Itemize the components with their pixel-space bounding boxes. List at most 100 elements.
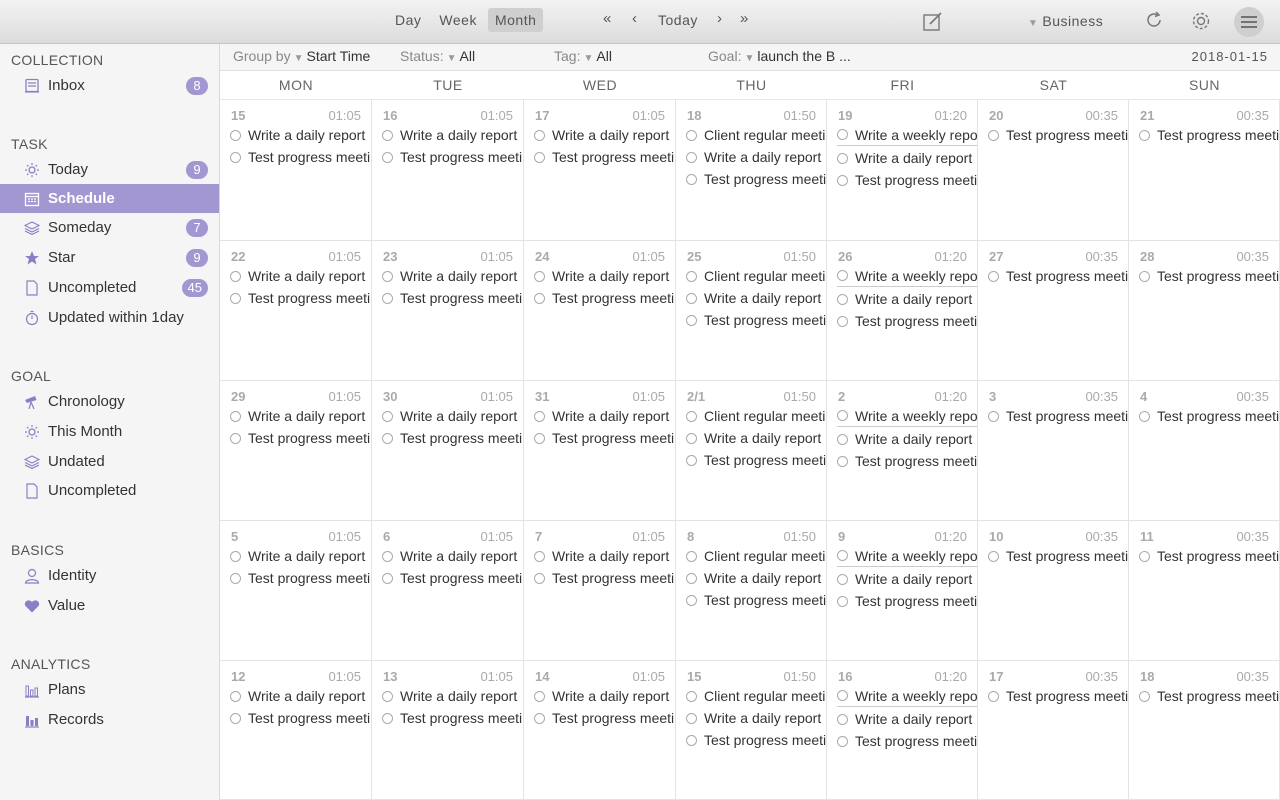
task-checkbox[interactable] [686, 151, 697, 163]
task-item[interactable]: Test progress meeting [230, 146, 371, 168]
task-checkbox[interactable] [837, 174, 848, 186]
day-cell[interactable]: 8 01:50 Client regular meeting Write a dail… [676, 521, 827, 661]
next-icon[interactable]: › [717, 10, 722, 27]
task-item[interactable]: Client regular meeting [686, 405, 826, 427]
task-checkbox[interactable] [686, 129, 697, 141]
task-checkbox[interactable] [837, 735, 848, 747]
task-item[interactable]: Write a daily report [534, 545, 675, 567]
task-item[interactable]: Client regular meeting [686, 545, 826, 567]
day-cell[interactable]: 17 01:05 Write a daily report Test progress… [524, 100, 676, 241]
compose-icon[interactable] [922, 10, 944, 37]
sidebar-item-identity[interactable]: Identity [0, 561, 219, 590]
task-checkbox[interactable] [686, 454, 697, 466]
day-cell[interactable]: 2/1 01:50 Client regular meeting Write a da… [676, 381, 827, 521]
day-cell[interactable]: 4 00:35 Test progress meeting [1129, 381, 1280, 521]
task-checkbox[interactable] [382, 572, 393, 584]
day-cell[interactable]: 16 01:05 Write a daily report Test progress… [372, 100, 524, 241]
task-item[interactable]: Write a daily report [534, 405, 675, 427]
task-checkbox[interactable] [534, 151, 545, 163]
day-cell[interactable]: 25 01:50 Client regular meeting Write a dai… [676, 241, 827, 381]
day-cell[interactable]: 17 00:35 Test progress meeting [978, 661, 1129, 800]
task-item[interactable]: Test progress meeting [837, 310, 977, 332]
task-item[interactable]: Write a daily report [837, 147, 977, 169]
task-checkbox[interactable] [837, 433, 848, 445]
business-dropdown[interactable]: ▼ Business [1028, 13, 1103, 29]
sidebar-item-this-month[interactable]: This Month [0, 417, 219, 446]
task-checkbox[interactable] [988, 410, 999, 422]
sidebar-item-today[interactable]: Today 9 [0, 155, 219, 184]
task-checkbox[interactable] [686, 550, 697, 562]
view-month-button[interactable]: Month [487, 8, 544, 32]
day-cell[interactable]: 15 01:05 Write a daily report Test progress… [220, 100, 372, 241]
task-checkbox[interactable] [1139, 410, 1150, 422]
day-cell[interactable]: 21 00:35 Test progress meeting [1129, 100, 1280, 241]
day-cell[interactable]: 12 01:05 Write a daily report Test progress… [220, 661, 372, 800]
task-item[interactable]: Client regular meeting [686, 685, 826, 707]
day-cell[interactable]: 2 01:20 Write a weekly report Write a daily… [827, 381, 978, 521]
task-item[interactable]: Write a daily report [686, 567, 826, 589]
task-checkbox[interactable] [382, 550, 393, 562]
task-checkbox[interactable] [837, 315, 848, 327]
task-checkbox[interactable] [230, 712, 241, 724]
task-checkbox[interactable] [534, 712, 545, 724]
task-item[interactable]: Write a weekly report [837, 405, 977, 427]
day-cell[interactable]: 3 00:35 Test progress meeting [978, 381, 1129, 521]
task-item[interactable]: Test progress meeting [988, 124, 1128, 146]
task-checkbox[interactable] [230, 292, 241, 304]
day-cell[interactable]: 7 01:05 Write a daily report Test progress … [524, 521, 676, 661]
task-checkbox[interactable] [837, 129, 848, 140]
task-checkbox[interactable] [988, 270, 999, 282]
task-item[interactable]: Write a daily report [837, 288, 977, 310]
task-checkbox[interactable] [837, 152, 848, 164]
task-checkbox[interactable] [534, 572, 545, 584]
day-cell[interactable]: 23 01:05 Write a daily report Test progress… [372, 241, 524, 381]
task-item[interactable]: Test progress meeting [534, 567, 675, 589]
sidebar-item-records[interactable]: Records [0, 705, 219, 734]
sidebar-item-inbox[interactable]: Inbox 8 [0, 71, 219, 100]
view-week-button[interactable]: Week [432, 8, 484, 32]
task-item[interactable]: Test progress meeting [1139, 545, 1279, 567]
task-item[interactable]: Test progress meeting [382, 287, 523, 309]
task-checkbox[interactable] [230, 129, 241, 141]
goal-filter[interactable]: Goal: ▼ launch the B ... [708, 48, 851, 64]
task-checkbox[interactable] [988, 690, 999, 702]
task-checkbox[interactable] [686, 594, 697, 606]
task-item[interactable]: Write a daily report [534, 685, 675, 707]
day-cell[interactable]: 29 01:05 Write a daily report Test progress… [220, 381, 372, 521]
task-item[interactable]: Write a daily report [382, 124, 523, 146]
task-item[interactable]: Write a daily report [382, 685, 523, 707]
task-checkbox[interactable] [230, 550, 241, 562]
last-page-icon[interactable]: » [740, 10, 748, 27]
task-checkbox[interactable] [534, 550, 545, 562]
task-checkbox[interactable] [1139, 129, 1150, 141]
sidebar-item-uncompleted[interactable]: Uncompleted 45 [0, 273, 219, 302]
task-checkbox[interactable] [382, 129, 393, 141]
task-checkbox[interactable] [837, 270, 848, 281]
task-checkbox[interactable] [382, 690, 393, 702]
task-item[interactable]: Test progress meeting [837, 450, 977, 472]
view-day-button[interactable]: Day [388, 8, 428, 32]
task-checkbox[interactable] [534, 690, 545, 702]
task-item[interactable]: Test progress meeting [534, 287, 675, 309]
day-cell[interactable]: 14 01:05 Write a daily report Test progress… [524, 661, 676, 800]
task-checkbox[interactable] [534, 410, 545, 422]
task-item[interactable]: Test progress meeting [837, 590, 977, 612]
task-item[interactable]: Test progress meeting [837, 169, 977, 191]
task-checkbox[interactable] [837, 410, 848, 421]
task-checkbox[interactable] [988, 129, 999, 141]
task-item[interactable]: Test progress meeting [382, 427, 523, 449]
task-item[interactable]: Write a daily report [534, 265, 675, 287]
task-checkbox[interactable] [382, 270, 393, 282]
task-item[interactable]: Test progress meeting [988, 265, 1128, 287]
task-checkbox[interactable] [686, 690, 697, 702]
task-item[interactable]: Test progress meeting [534, 427, 675, 449]
task-checkbox[interactable] [837, 690, 848, 701]
sidebar-item-chronology[interactable]: Chronology [0, 387, 219, 416]
day-cell[interactable]: 18 00:35 Test progress meeting [1129, 661, 1280, 800]
sidebar-item-updated[interactable]: Updated within 1day [0, 303, 219, 332]
sidebar-item-goal-uncompleted[interactable]: Uncompleted [0, 476, 219, 505]
day-cell[interactable]: 24 01:05 Write a daily report Test progress… [524, 241, 676, 381]
task-item[interactable]: Test progress meeting [230, 567, 371, 589]
today-button[interactable]: Today [658, 12, 698, 28]
task-checkbox[interactable] [686, 734, 697, 746]
